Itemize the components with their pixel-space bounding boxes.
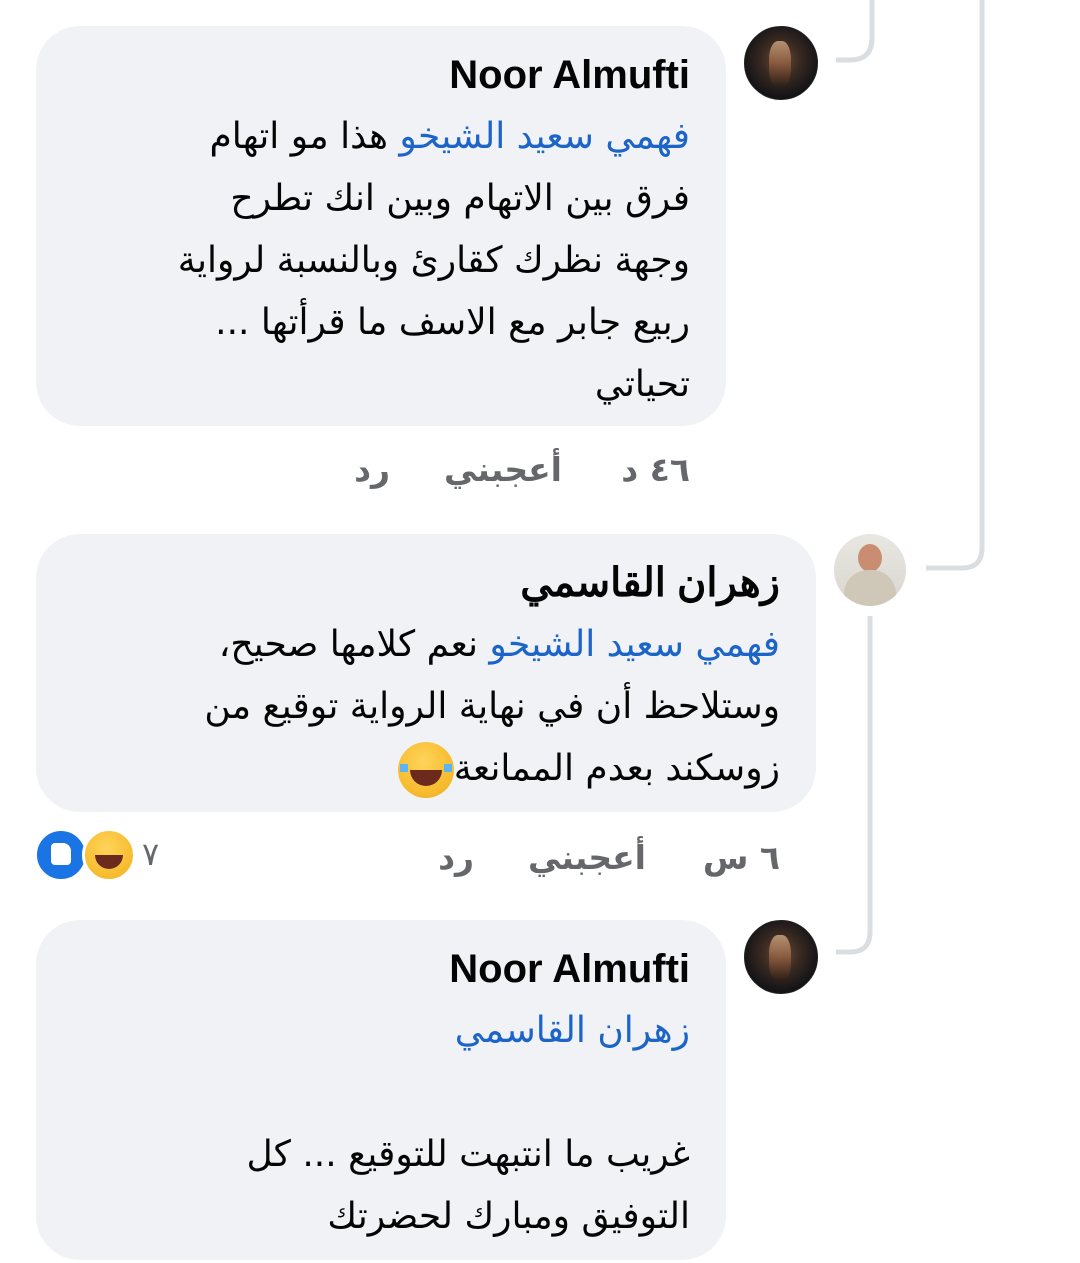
comment-line-1: غريب ما انتبهت للتوقيع ... كل xyxy=(246,1134,690,1175)
comment-author[interactable]: زهران القاسمي xyxy=(72,558,780,608)
comment-line-2: التوفيق ومبارك لحضرتك xyxy=(327,1196,690,1237)
comment-time[interactable]: ٦ س xyxy=(703,838,780,878)
comment-author[interactable]: Noor Almufti xyxy=(72,50,690,100)
avatar-photo xyxy=(769,41,791,87)
reply-button[interactable]: رد xyxy=(438,838,474,878)
comment-line-2: وستلاحظ أن في نهاية الرواية توقيع من xyxy=(204,686,780,727)
like-reaction-icon xyxy=(34,828,88,882)
haha-reaction-icon xyxy=(82,828,136,882)
comment-bubble[interactable]: زهران القاسمي فهمي سعيد الشيخو نعم كلامه… xyxy=(36,534,816,812)
comment-bubble[interactable]: Noor Almufti زهران القاسمي غريب ما انتبه… xyxy=(36,920,726,1260)
mention-link[interactable]: فهمي سعيد الشيخو xyxy=(399,116,690,157)
comment-line-1: فهمي سعيد الشيخو هذا مو اتهام xyxy=(209,116,690,157)
comment-author[interactable]: Noor Almufti xyxy=(72,944,690,994)
comment-line-3: وجهة نظرك كقارئ وبالنسبة لرواية xyxy=(177,240,690,281)
avatar-zahran-alqasmi[interactable] xyxy=(834,534,906,606)
comment-blank-line xyxy=(72,1062,690,1124)
comment-line-3: زوسكند بعدم الممانعة xyxy=(72,738,780,800)
comment-line-1: فهمي سعيد الشيخو نعم كلامها صحيح، xyxy=(218,624,780,665)
joy-emoji-icon xyxy=(397,742,454,798)
comment-line-2: فرق بين الاتهام وبين انك تطرح xyxy=(230,178,690,219)
like-button[interactable]: أعجبني xyxy=(528,838,646,878)
comment-line-5: تحياتي xyxy=(594,364,690,405)
reaction-count: ٧ xyxy=(142,835,160,873)
avatar-noor-almufti[interactable] xyxy=(744,26,818,100)
mention-link[interactable]: فهمي سعيد الشيخو xyxy=(489,624,780,665)
reply-button[interactable]: رد xyxy=(354,450,390,490)
avatar-photo-body xyxy=(844,570,896,606)
comment-time[interactable]: ٤٦ د xyxy=(621,450,690,490)
like-button[interactable]: أعجبني xyxy=(444,450,562,490)
comment-mention-line: زهران القاسمي xyxy=(72,1000,690,1062)
comment-actions: ٤٦ د أعجبني رد xyxy=(340,450,700,494)
comment-actions: ٦ س أعجبني رد xyxy=(420,838,790,882)
mention-link[interactable]: زهران القاسمي xyxy=(455,1010,690,1051)
avatar-photo xyxy=(769,935,791,981)
reaction-summary[interactable]: ٧ xyxy=(34,826,174,882)
avatar-noor-almufti[interactable] xyxy=(744,920,818,994)
comment-line-4: ربيع جابر مع الاسف ما قرأتها ... xyxy=(215,302,690,343)
comment-bubble[interactable]: Noor Almufti فهمي سعيد الشيخو هذا مو اته… xyxy=(36,26,726,426)
avatar-photo-head xyxy=(858,544,882,572)
